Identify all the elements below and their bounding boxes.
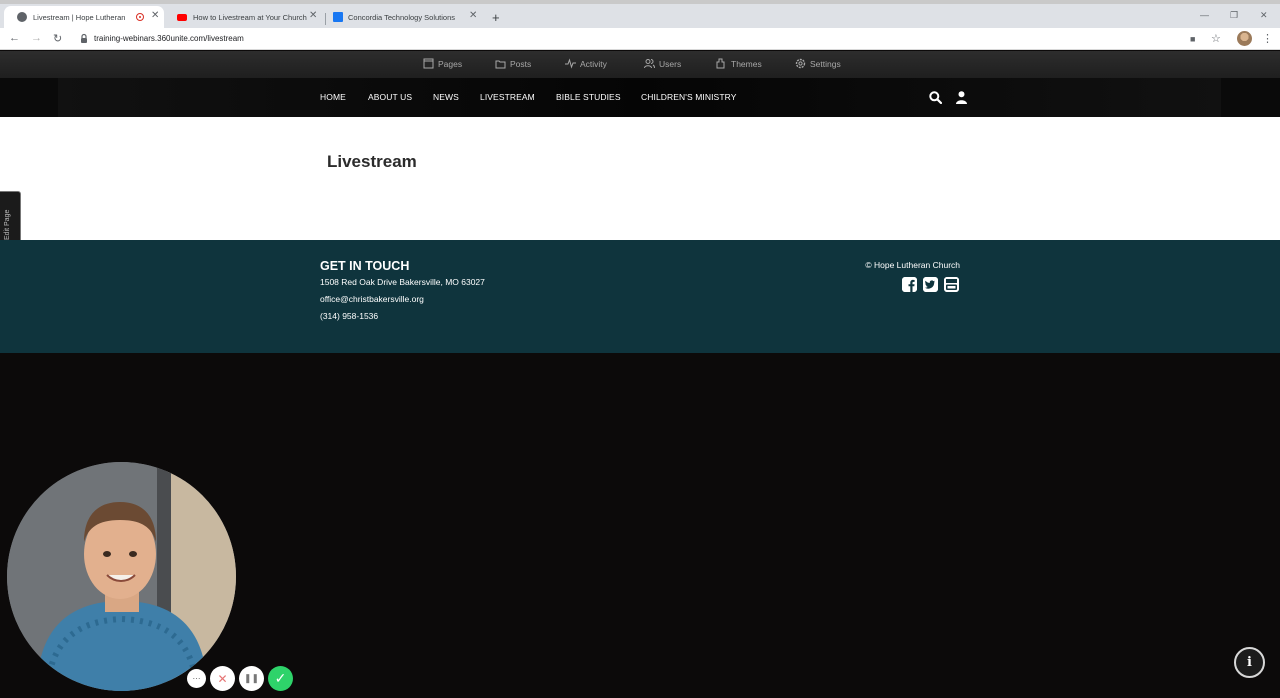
menu-kebab-icon[interactable]: ⋮: [1262, 32, 1273, 45]
nav-childrens-ministry[interactable]: CHILDREN'S MINISTRY: [641, 92, 736, 102]
finish-recording-button[interactable]: ✓: [268, 666, 293, 691]
users-icon: [644, 59, 655, 69]
nav-livestream[interactable]: LIVESTREAM: [480, 92, 535, 102]
youtube-icon[interactable]: [944, 277, 959, 292]
tab-title: Concordia Technology Solutions: [348, 13, 456, 22]
info-button[interactable]: i: [1234, 647, 1265, 678]
presenter-video: [7, 462, 236, 691]
webcam-preview: [7, 462, 236, 691]
tab-concordia[interactable]: Concordia Technology Solutions ✕: [324, 6, 484, 28]
globe-icon: [17, 12, 27, 22]
profile-avatar[interactable]: [1237, 31, 1252, 46]
tab-title: Livestream | Hope Lutheran: [33, 13, 126, 22]
admin-users-button[interactable]: Users: [644, 58, 681, 69]
activity-icon: [565, 58, 576, 69]
address-bar: ← → ↻ training-webinars.360unite.com/liv…: [0, 28, 1280, 50]
youtube-favicon-icon: [177, 14, 187, 21]
new-tab-button[interactable]: +: [492, 10, 500, 25]
admin-posts-button[interactable]: Posts: [495, 58, 531, 69]
nav-home[interactable]: HOME: [320, 92, 346, 102]
reload-icon[interactable]: ↻: [53, 32, 62, 45]
admin-settings-label: Settings: [810, 58, 841, 69]
paint-bucket-icon: [716, 58, 725, 69]
back-icon[interactable]: ←: [9, 32, 20, 44]
admin-activity-label: Activity: [580, 58, 607, 69]
recording-indicator-icon: [136, 13, 144, 21]
forward-icon[interactable]: →: [31, 32, 42, 44]
page-title: Livestream: [327, 152, 417, 171]
facebook-icon[interactable]: [902, 277, 917, 292]
camera-icon[interactable]: ■: [1190, 34, 1195, 44]
gear-icon: [795, 58, 806, 69]
cancel-recording-button[interactable]: ✕: [210, 666, 235, 691]
search-icon[interactable]: [929, 91, 942, 104]
tab-close-icon[interactable]: ✕: [151, 10, 159, 21]
nav-background: [58, 78, 1221, 117]
page-content: Livestream: [0, 117, 1280, 240]
admin-pages-label: Pages: [438, 58, 463, 69]
admin-themes-button[interactable]: Themes: [716, 58, 762, 69]
tab-title: How to Livestream at Your Church: [193, 13, 307, 22]
footer-address: 1508 Red Oak Drive Bakersville, MO 63027: [320, 277, 485, 287]
window-close-icon[interactable]: ✕: [1260, 10, 1268, 21]
tab-livestream[interactable]: Livestream | Hope Lutheran ✕: [4, 6, 164, 28]
admin-activity-button[interactable]: Activity: [565, 58, 607, 69]
admin-users-label: Users: [659, 58, 682, 69]
footer-phone: (314) 958-1536: [320, 311, 379, 321]
browser-tab-bar: Livestream | Hope Lutheran ✕ How to Live…: [0, 4, 1280, 28]
admin-pages-button[interactable]: Pages: [423, 58, 462, 69]
footer-email-link[interactable]: office@christbakersville.org: [320, 294, 424, 304]
twitter-icon[interactable]: [923, 277, 938, 292]
facebook-favicon-icon: [333, 12, 343, 22]
site-navigation: HOME ABOUT US NEWS LIVESTREAM BIBLE STUD…: [0, 78, 1280, 117]
footer-heading: GET IN TOUCH: [320, 259, 410, 273]
site-footer: GET IN TOUCH 1508 Red Oak Drive Bakersvi…: [0, 240, 1280, 353]
admin-themes-label: Themes: [731, 58, 762, 69]
admin-posts-label: Posts: [510, 58, 532, 69]
pages-icon: [423, 58, 434, 69]
folder-icon: [495, 60, 506, 69]
nav-bible-studies[interactable]: BIBLE STUDIES: [556, 92, 621, 102]
bookmark-star-icon[interactable]: ☆: [1211, 32, 1221, 45]
admin-toolbar: Pages Posts Activity Users Themes Settin…: [0, 51, 1280, 78]
edit-page-label: Edit Page: [4, 209, 11, 240]
pause-recording-button[interactable]: ❚❚: [239, 666, 264, 691]
lock-icon[interactable]: [80, 33, 88, 44]
tab-close-icon[interactable]: ✕: [469, 10, 477, 21]
tab-close-icon[interactable]: ✕: [309, 10, 317, 21]
restore-icon[interactable]: ❐: [1230, 10, 1238, 21]
footer-copyright: © Hope Lutheran Church: [865, 260, 960, 270]
user-account-icon[interactable]: [956, 91, 967, 104]
tab-how-to-livestream[interactable]: How to Livestream at Your Church ✕: [164, 6, 324, 28]
admin-settings-button[interactable]: Settings: [795, 58, 841, 69]
nav-news[interactable]: NEWS: [433, 92, 459, 102]
more-options-button[interactable]: ···: [187, 669, 206, 688]
minimize-icon[interactable]: —: [1200, 10, 1209, 20]
nav-about-us[interactable]: ABOUT US: [368, 92, 412, 102]
url-field[interactable]: training-webinars.360unite.com/livestrea…: [94, 34, 244, 43]
